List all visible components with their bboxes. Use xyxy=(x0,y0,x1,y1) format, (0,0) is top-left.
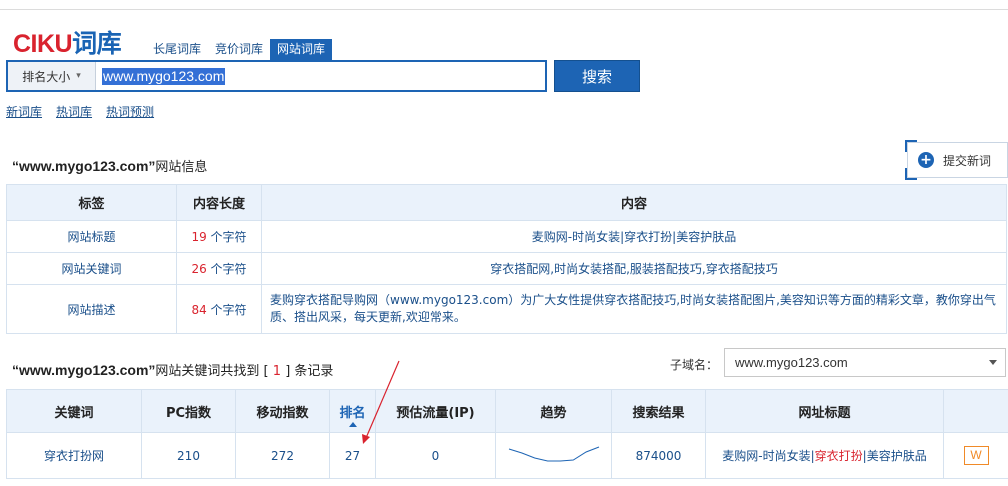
subdomain-value: www.mygo123.com xyxy=(735,355,848,370)
search-input[interactable]: www.mygo123.com xyxy=(96,62,545,90)
search-box: 排名大小 ▾ www.mygo123.com xyxy=(6,60,547,92)
submit-new-word-button[interactable]: + 提交新词 xyxy=(905,140,1008,180)
col-header-results[interactable]: 搜索结果 xyxy=(611,389,706,433)
row-label: 网站标题 xyxy=(6,220,177,253)
site-info-domain: “www.mygo123.com” xyxy=(12,158,156,174)
row-length: 26 个字符 xyxy=(176,252,262,285)
row-content: 麦购穿衣搭配导购网（www.mygo123.com）为广大女性提供穿衣搭配技巧,… xyxy=(261,284,1007,334)
sub-links: 新词库 热词库 热词预测 xyxy=(6,103,154,120)
w-icon[interactable]: W xyxy=(963,446,989,465)
cell-url-title[interactable]: 麦购网-时尚女装|穿衣打扮|美容护肤品 xyxy=(705,432,944,479)
rank-header-label: 排名 xyxy=(339,405,366,421)
table-row: 网站标题 19 个字符 麦购网-时尚女装|穿衣打扮|美容护肤品 xyxy=(6,220,1007,253)
keywords-domain: “www.mygo123.com” xyxy=(12,362,156,378)
length-number: 84 xyxy=(191,302,207,317)
cell-rank: 27 xyxy=(329,432,376,479)
col-header-pc-index[interactable]: PC指数 xyxy=(141,389,236,433)
col-header-url-title: 网址标题 xyxy=(705,389,944,433)
tab-long-tail[interactable]: 长尾词库 xyxy=(146,39,208,60)
col-header-label: 标签 xyxy=(6,184,177,221)
col-header-traffic[interactable]: 预估流量(IP) xyxy=(375,389,496,433)
search-button[interactable]: 搜索 xyxy=(554,60,640,92)
cell-trend xyxy=(495,432,612,479)
sort-ascending-icon xyxy=(348,422,357,427)
table-row: 穿衣打扮网 210 272 27 0 874000 麦购网-时尚女装|穿衣打扮|… xyxy=(6,432,1008,479)
row-label: 网站关键词 xyxy=(6,252,177,285)
table-header-row: 关键词 PC指数 移动指数 排名 预估流量(IP) 趋势 搜索结果 网址标题 xyxy=(6,389,1008,433)
logo-text-latin: CIKU xyxy=(13,30,73,58)
link-new-words[interactable]: 新词库 xyxy=(6,103,42,120)
top-divider xyxy=(0,9,1008,10)
plus-icon: + xyxy=(918,152,934,168)
subdomain-select[interactable]: www.mygo123.com xyxy=(724,348,1006,377)
link-hot-words[interactable]: 热词库 xyxy=(56,103,92,120)
site-info-suffix: 网站信息 xyxy=(155,160,208,175)
keywords-title-mid: 网站关键词共找到 [ xyxy=(155,364,269,379)
tab-website[interactable]: 网站词库 xyxy=(270,39,333,60)
length-number: 19 xyxy=(191,230,207,244)
table-header-row: 标签 内容长度 内容 xyxy=(6,184,1007,221)
search-query-text: www.mygo123.com xyxy=(102,67,226,85)
sort-select-label: 排名大小 xyxy=(22,69,71,84)
keywords-title: “www.mygo123.com”网站关键词共找到 [ 1 ] 条记录 xyxy=(12,360,333,379)
row-content: 麦购网-时尚女装|穿衣打扮|美容护肤品 xyxy=(261,220,1007,253)
logo-text-chinese: 词库 xyxy=(72,30,122,58)
keywords-table: 关键词 PC指数 移动指数 排名 预估流量(IP) 趋势 搜索结果 网址标题 穿… xyxy=(6,389,1008,479)
row-length: 84 个字符 xyxy=(176,284,262,334)
col-header-mobile-index[interactable]: 移动指数 xyxy=(235,389,330,433)
col-header-content: 内容 xyxy=(261,184,1007,221)
site-info-title: “www.mygo123.com”网站信息 xyxy=(12,156,207,175)
chevron-down-icon: ▾ xyxy=(76,71,81,81)
row-content: 穿衣搭配网,时尚女装搭配,服装搭配技巧,穿衣搭配技巧 xyxy=(261,252,1007,285)
col-header-keyword[interactable]: 关键词 xyxy=(6,389,142,433)
submit-label: 提交新词 xyxy=(943,153,992,168)
length-unit: 个字符 xyxy=(210,230,247,244)
subdomain-label: 子域名： xyxy=(670,358,719,372)
ciku-logo[interactable]: CIKU词库 xyxy=(13,30,122,58)
cell-action: W xyxy=(943,432,1008,479)
col-header-rank[interactable]: 排名 xyxy=(329,389,376,433)
col-header-trend: 趋势 xyxy=(495,389,612,433)
table-row: 网站关键词 26 个字符 穿衣搭配网,时尚女装搭配,服装搭配技巧,穿衣搭配技巧 xyxy=(6,252,1007,285)
url-title-keyword: 穿衣打扮 xyxy=(814,449,863,463)
length-number: 26 xyxy=(191,262,207,276)
cell-pc-index: 210 xyxy=(141,432,236,479)
tab-bidding[interactable]: 竞价词库 xyxy=(208,39,270,60)
table-row: 网站描述 84 个字符 麦购穿衣搭配导购网（www.mygo123.com）为广… xyxy=(6,284,1007,334)
col-header-action xyxy=(943,389,1008,433)
cell-results: 874000 xyxy=(611,432,706,479)
cell-traffic: 0 xyxy=(375,432,496,479)
tab-bar: 长尾词库 竞价词库 网站词库 xyxy=(146,39,333,60)
row-label: 网站描述 xyxy=(6,284,177,334)
keywords-title-end: ] 条记录 xyxy=(285,364,334,379)
row-length: 19 个字符 xyxy=(176,220,262,253)
col-header-length: 内容长度 xyxy=(176,184,262,221)
cell-mobile-index: 272 xyxy=(235,432,330,479)
length-unit: 个字符 xyxy=(210,262,247,276)
url-title-part: 麦购网-时尚女装| xyxy=(722,449,815,463)
site-info-table: 标签 内容长度 内容 网站标题 19 个字符 麦购网-时尚女装|穿衣打扮|美容护… xyxy=(6,184,1007,334)
cell-keyword[interactable]: 穿衣打扮网 xyxy=(6,432,142,479)
trend-line xyxy=(508,446,599,462)
length-unit: 个字符 xyxy=(210,302,247,317)
trend-sparkline xyxy=(508,446,599,462)
sort-select[interactable]: 排名大小 ▾ xyxy=(8,62,96,90)
chevron-down-icon xyxy=(989,360,997,365)
link-hot-prediction[interactable]: 热词预测 xyxy=(106,103,154,120)
keywords-count: 1 xyxy=(272,364,282,379)
url-title-part: |美容护肤品 xyxy=(862,449,927,463)
